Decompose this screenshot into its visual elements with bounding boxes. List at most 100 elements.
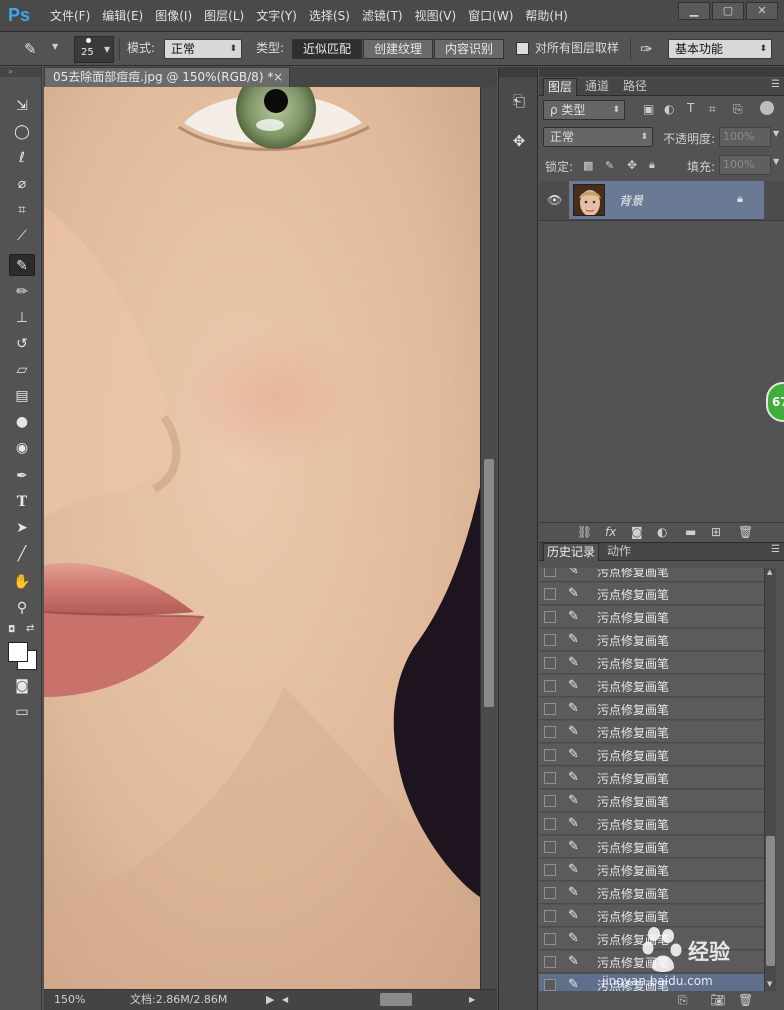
collapse-icon[interactable]: » (0, 67, 41, 77)
history-item[interactable]: ✎ 污点修复画笔 (539, 790, 764, 812)
spot-healing-brush-tool-icon[interactable]: ✎ (9, 254, 35, 276)
menu-type[interactable]: 文字(Y) (250, 8, 303, 24)
history-item[interactable]: ✎ 污点修复画笔 (539, 652, 764, 674)
history-item[interactable]: ✎ 污点修复画笔 (539, 882, 764, 904)
chevron-down-icon[interactable]: ▼ (773, 157, 779, 166)
quick-mask-icon[interactable]: ◙ (9, 675, 35, 697)
gradient-tool-icon[interactable]: ▤ (9, 385, 35, 407)
delete-layer-icon[interactable]: 🗑︎ (738, 525, 753, 539)
ellipse-marquee-tool-icon[interactable]: ◯ (9, 121, 35, 143)
type-content-aware[interactable]: 内容识别 (434, 39, 504, 59)
menu-edit[interactable]: 编辑(E) (96, 8, 149, 24)
canvas-vertical-scrollbar[interactable] (480, 87, 497, 989)
history-source-checkbox[interactable] (544, 818, 556, 830)
scroll-up-arrow-icon[interactable]: ▲ (767, 568, 772, 576)
path-selection-tool-icon[interactable]: ➤ (9, 517, 35, 539)
filter-toggle-icon[interactable] (760, 101, 774, 115)
dodge-tool-icon[interactable]: ◉ (9, 437, 35, 459)
layer-row-background[interactable]: 👁︎ 背景 🔒︎ (539, 181, 784, 221)
history-source-checkbox[interactable] (544, 933, 556, 945)
link-layers-icon[interactable]: ⛓ (577, 525, 592, 539)
menu-layer[interactable]: 图层(L) (198, 8, 250, 24)
close-window-button[interactable]: ✕ (746, 2, 778, 20)
history-source-checkbox[interactable] (544, 634, 556, 646)
history-source-checkbox[interactable] (544, 680, 556, 692)
history-panel-icon[interactable]: ⎗ (509, 91, 529, 111)
status-menu-arrow-icon[interactable]: ▶ (266, 991, 274, 1009)
close-tab-icon[interactable]: × (273, 68, 283, 86)
chevron-down-icon[interactable]: ▼ (773, 129, 779, 138)
lock-transparency-icon[interactable]: ▩ (583, 159, 593, 172)
scroll-left-arrow-icon[interactable]: ◀ (282, 991, 288, 1009)
brush-presets-icon[interactable]: ✥ (509, 131, 529, 151)
maximize-button[interactable]: ▢ (712, 2, 744, 20)
move-tool-icon[interactable]: ⇲ (9, 95, 35, 117)
type-tool-icon[interactable]: T (9, 491, 35, 513)
tab-paths[interactable]: 路径 (617, 78, 653, 96)
history-item[interactable]: ✎ 污点修复画笔 (539, 721, 764, 743)
menu-help[interactable]: 帮助(H) (519, 8, 573, 24)
default-colors-icon[interactable]: ◘ (8, 625, 15, 635)
tab-history[interactable]: 历史记录 (543, 543, 599, 561)
scroll-right-arrow-icon[interactable]: ▶ (469, 991, 475, 1009)
blend-mode-dropdown[interactable]: 正常 ⬍ (543, 127, 653, 147)
type-proximity-match[interactable]: 近似匹配 (292, 39, 362, 59)
history-source-checkbox[interactable] (544, 588, 556, 600)
pen-tool-icon[interactable]: ✒ (9, 465, 35, 487)
sample-all-layers-checkbox[interactable] (516, 42, 529, 55)
quick-selection-tool-icon[interactable]: ⌀ (9, 173, 35, 195)
history-item[interactable]: ✎ 污点修复画笔 (539, 606, 764, 628)
menu-window[interactable]: 窗口(W) (462, 8, 519, 24)
new-document-from-state-icon[interactable]: ⎘ (678, 993, 688, 1008)
menu-select[interactable]: 选择(S) (303, 8, 356, 24)
document-tab[interactable]: 05去除面部痘痘.jpg @ 150%(RGB/8) * × (44, 67, 290, 87)
history-item[interactable]: ✎ 污点修复画笔 (539, 813, 764, 835)
tab-channels[interactable]: 通道 (579, 78, 615, 96)
history-source-checkbox[interactable] (544, 910, 556, 922)
filter-shape-icon[interactable]: ⌗ (709, 102, 716, 117)
panel-menu-icon[interactable]: ☰ (771, 544, 780, 555)
history-item[interactable]: ✎ 污点修复画笔 (539, 698, 764, 720)
history-item[interactable]: ✎ 污点修复画笔 (539, 583, 764, 605)
history-source-checkbox[interactable] (544, 568, 556, 577)
lock-position-icon[interactable]: ✥ (627, 158, 637, 172)
type-create-texture[interactable]: 创建纹理 (363, 39, 433, 59)
mode-dropdown[interactable]: 正常 ⬍ (164, 39, 242, 59)
tab-actions[interactable]: 动作 (601, 543, 637, 561)
line-tool-icon[interactable]: ╱ (9, 543, 35, 565)
hand-tool-icon[interactable]: ✋ (9, 571, 35, 593)
menu-image[interactable]: 图像(I) (149, 8, 198, 24)
eye-visibility-icon[interactable]: 👁︎ (547, 193, 562, 207)
blur-tool-icon[interactable]: ● (9, 411, 35, 433)
panel-menu-icon[interactable]: ☰ (771, 79, 780, 90)
history-item[interactable]: ✎ 污点修复画笔 (539, 675, 764, 697)
brush-size-picker[interactable]: 25 ▼ (74, 36, 114, 63)
eyedropper-tool-icon[interactable]: ⟋ (9, 225, 35, 247)
delete-state-icon[interactable]: 🗑︎ (738, 993, 753, 1007)
collapse-icon[interactable] (499, 67, 537, 77)
filter-type-icon[interactable]: T (687, 101, 694, 115)
history-source-checkbox[interactable] (544, 703, 556, 715)
document-canvas[interactable] (44, 87, 480, 989)
history-source-checkbox[interactable] (544, 657, 556, 669)
layer-filter-dropdown[interactable]: ρ 类型 ⬍ (543, 100, 625, 120)
pressure-size-icon[interactable]: ✑ (640, 40, 653, 58)
lock-pixels-icon[interactable]: ✎ (605, 159, 614, 172)
layer-style-fx-icon[interactable]: fx (605, 525, 616, 539)
history-item[interactable]: ✎ 污点修复画笔 (539, 629, 764, 651)
eraser-tool-icon[interactable]: ▱ (9, 359, 35, 381)
history-source-checkbox[interactable] (544, 749, 556, 761)
add-mask-icon[interactable]: ◙ (631, 525, 643, 539)
history-source-checkbox[interactable] (544, 772, 556, 784)
history-source-checkbox[interactable] (544, 979, 556, 991)
history-source-checkbox[interactable] (544, 956, 556, 968)
adjustment-layer-icon[interactable]: ◐ (657, 525, 667, 539)
history-brush-tool-icon[interactable]: ↺ (9, 333, 35, 355)
panel-dock-header[interactable] (539, 67, 784, 77)
lasso-tool-icon[interactable]: ℓ (9, 147, 35, 169)
filter-smart-object-icon[interactable]: ⎘ (733, 102, 743, 117)
opacity-field[interactable]: 100% (719, 127, 771, 147)
lock-all-icon[interactable]: 🔒︎ (649, 158, 655, 172)
history-item[interactable]: ✎ 污点修复画笔 (539, 744, 764, 766)
history-item[interactable]: ✎ 污点修复画笔 (539, 568, 764, 582)
